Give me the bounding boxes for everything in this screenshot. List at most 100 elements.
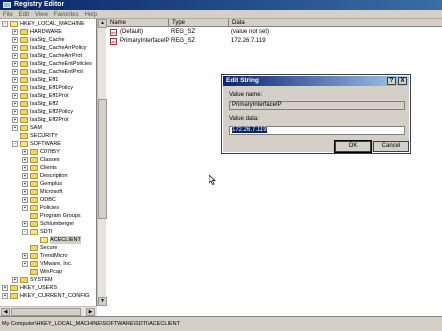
tree-node[interactable]: + TrendMicro [0,252,96,260]
tree-node-label: Description [40,173,68,179]
folder-icon [30,221,38,227]
tree-node[interactable]: Program Groups [0,212,96,220]
tree-node[interactable]: + HKEY_USERS [0,284,96,292]
open-folder-icon [20,141,28,147]
tree-node[interactable]: + Classes [0,156,96,164]
scroll-down-arrow-icon[interactable]: ▼ [98,297,107,306]
tree-node-label: WinPcap [40,269,63,275]
tree-hscroll-thumb[interactable] [11,308,81,316]
tree-node[interactable]: Secure [0,244,96,252]
tree-vertical-scrollbar[interactable]: ▲ ▼ [97,19,107,306]
tree-vscroll-thumb[interactable] [98,99,107,219]
value-type: REG_SZ [171,29,196,35]
expand-icon[interactable]: + [12,277,18,283]
string-value-icon: ab [110,29,117,36]
tree-node[interactable]: + IsaStg_CacheArrProt [0,52,96,60]
expand-icon[interactable]: + [12,109,18,115]
expand-icon[interactable]: + [12,69,18,75]
expand-icon[interactable]: + [12,125,18,131]
tree-node-label: IsaStg_Eff2Policy [30,109,74,115]
tree-horizontal-scrollbar[interactable]: ◀ ▶ [0,306,97,316]
scroll-right-arrow-icon[interactable]: ▶ [86,308,95,316]
expand-icon[interactable]: + [22,261,28,267]
tree-node-label: TrendMicro [40,253,68,259]
tree-node[interactable]: + IsaStg_Cache [0,36,96,44]
tree-node-label: Clients [40,165,57,171]
scroll-up-arrow-icon[interactable]: ▲ [98,19,107,28]
expand-icon[interactable]: + [22,181,28,187]
tree-node[interactable]: + IsaStg_CacheArrPolicy [0,44,96,52]
tree-node[interactable]: + HKEY_CURRENT_CONFIG [0,292,96,300]
tree-node[interactable]: - SOFTWARE [0,140,96,148]
expand-icon[interactable]: + [22,221,28,227]
expand-icon[interactable]: + [12,117,18,123]
column-header-name[interactable]: Name [107,19,169,27]
help-button[interactable]: ? [387,77,396,85]
scroll-left-arrow-icon[interactable]: ◀ [1,308,10,316]
tree-node[interactable]: + SYSTEM [0,276,96,284]
expand-icon[interactable]: + [12,93,18,99]
expand-icon[interactable]: + [22,173,28,179]
expand-icon[interactable]: + [12,61,18,67]
expand-icon[interactable]: + [22,189,28,195]
folder-icon [30,261,38,267]
expand-icon[interactable]: + [22,149,28,155]
value-name-field[interactable]: PrimaryInterfaceIP [229,101,405,110]
tree-node[interactable]: + C07ft5Y [0,148,96,156]
tree-node[interactable]: + IsaStg_Eff1Prot [0,92,96,100]
expand-icon[interactable]: + [22,157,28,163]
tree-node[interactable]: + ODBC [0,196,96,204]
tree-node[interactable]: + Schlumberger [0,220,96,228]
tree-node[interactable]: ACECLIENT [0,236,96,244]
tree-node-label: HARDWARE [30,29,62,35]
expand-icon[interactable]: + [22,197,28,203]
expand-icon[interactable]: + [12,37,18,43]
title-bar: Registry Editor [0,0,442,10]
expand-icon[interactable]: + [12,101,18,107]
expand-icon[interactable]: + [12,53,18,59]
tree-node[interactable]: + IsaStg_CacheEntPolicies [0,60,96,68]
expand-icon[interactable]: + [22,165,28,171]
cancel-button[interactable]: Cancel [373,141,409,152]
tree-node[interactable]: + IsaStg_CacheEntProt [0,68,96,76]
tree-node-label: SAM [30,125,42,131]
tree-node[interactable]: + SAM [0,124,96,132]
tree-node[interactable]: + IsaStg_Eff2 [0,100,96,108]
expand-icon[interactable]: + [12,85,18,91]
value-row[interactable]: ab (Default) REG_SZ (value not set) [107,28,442,37]
collapse-icon[interactable]: - [12,141,18,147]
tree-node[interactable]: + IsaStg_Eff1 [0,76,96,84]
tree-node-label: IsaStg_CacheArrProt [30,53,82,59]
expand-icon[interactable]: + [22,205,28,211]
tree-node[interactable]: + IsaStg_Eff1Policy [0,84,96,92]
tree-node[interactable]: + Gemplus [0,180,96,188]
tree-node[interactable]: WinPcap [0,268,96,276]
tree-node[interactable]: + VMware, Inc. [0,260,96,268]
expand-icon[interactable]: + [2,293,8,299]
tree-node[interactable]: - HKEY_LOCAL_MACHINE [0,20,96,28]
expand-icon[interactable]: + [2,285,8,291]
tree-node[interactable]: SECURITY [0,132,96,140]
ok-button[interactable]: OK [334,140,372,153]
tree-node[interactable]: + Microsoft [0,188,96,196]
tree-node[interactable]: + Description [0,172,96,180]
tree-node[interactable]: + IsaStg_Eff2Prot [0,116,96,124]
expand-icon[interactable]: + [22,253,28,259]
tree-node[interactable]: + HARDWARE [0,28,96,36]
tree-node[interactable]: - SDTI [0,228,96,236]
expand-icon[interactable]: + [12,45,18,51]
expand-icon[interactable]: + [12,77,18,83]
expand-icon[interactable]: + [12,29,18,35]
tree-node[interactable]: + IsaStg_Eff2Policy [0,108,96,116]
column-header-data[interactable]: Data [229,19,442,27]
value-row[interactable]: ab PrimaryInterfaceIP REG_SZ 172.26.7.11… [107,37,442,46]
close-button[interactable]: X [398,77,407,85]
column-header-type[interactable]: Type [169,19,229,27]
tree-node[interactable]: + Policies [0,204,96,212]
tree-node-label: VMware, Inc. [40,261,73,267]
collapse-icon[interactable]: - [22,229,28,235]
value-data-input[interactable]: 172.26.7.119 [229,126,405,135]
tree-node[interactable]: + Clients [0,164,96,172]
collapse-icon[interactable]: - [2,21,8,27]
status-bar: My Computer\HKEY_LOCAL_MACHINE\SOFTWARE\… [0,316,442,331]
